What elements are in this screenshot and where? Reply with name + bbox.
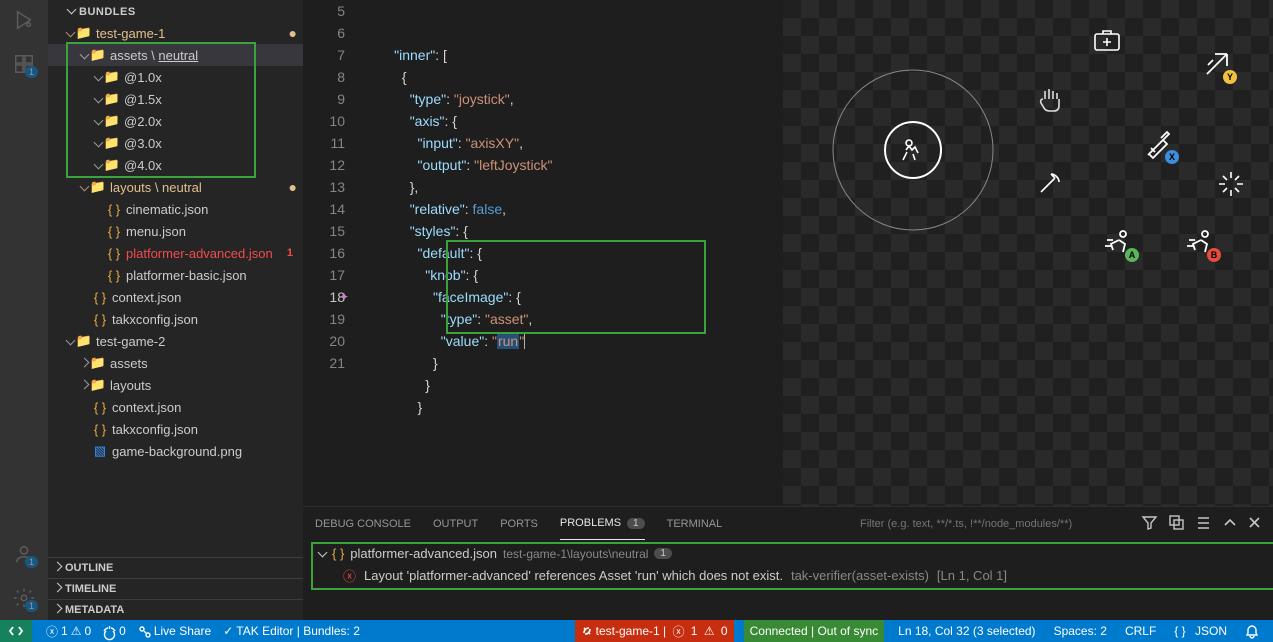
file-g2-context[interactable]: { }context.json: [48, 396, 303, 418]
tab-problems[interactable]: PROBLEMS1: [560, 507, 645, 540]
y-badge: Y: [1223, 70, 1237, 84]
problems-count-badge: 1: [627, 518, 645, 529]
status-notifications-icon[interactable]: [1241, 620, 1263, 642]
status-tak-editor[interactable]: ✓TAK Editor | Bundles: 2: [219, 620, 364, 642]
file-menu[interactable]: { }menu.json: [48, 220, 303, 242]
sidebar-header[interactable]: BUNDLES: [48, 0, 303, 22]
file-platformer-basic[interactable]: { }platformer-basic.json: [48, 264, 303, 286]
status-cursor-pos[interactable]: Ln 18, Col 32 (3 selected): [894, 620, 1039, 642]
sidebar-title: BUNDLES: [79, 6, 136, 18]
tab-output[interactable]: OUTPUT: [433, 507, 478, 540]
status-eol[interactable]: CRLF: [1121, 620, 1160, 642]
status-bundle[interactable]: test-game-1 | ⓧ 1 ⚠ 0: [575, 620, 734, 642]
folder-scale-1-5x[interactable]: 📁@1.5x: [48, 88, 303, 110]
code-editor[interactable]: 56789101112131415161718192021 "inner": […: [303, 0, 783, 506]
arrow-up-icon[interactable]: Y: [1203, 50, 1231, 78]
folder-g2-assets[interactable]: 📁assets: [48, 352, 303, 374]
file-game-bg[interactable]: ▧game-background.png: [48, 440, 303, 462]
filter-icon[interactable]: [1142, 515, 1157, 533]
tab-ports[interactable]: PORTS: [500, 507, 538, 540]
section-metadata[interactable]: METADATA: [48, 599, 303, 620]
section-outline[interactable]: OUTLINE: [48, 557, 303, 578]
extensions-icon[interactable]: 1: [12, 52, 36, 76]
preview-panel: Y X A B: [783, 0, 1273, 506]
file-platformer-advanced[interactable]: { }platformer-advanced.json1: [48, 242, 303, 264]
folder-assets-neutral[interactable]: 📁assets \ neutral: [48, 44, 303, 66]
medkit-icon[interactable]: [1093, 28, 1121, 52]
tab-debug-console[interactable]: DEBUG CONSOLE: [315, 507, 411, 540]
view-list-icon[interactable]: [1196, 515, 1211, 533]
file-g2-takx[interactable]: { }takxconfig.json: [48, 418, 303, 440]
b-badge: B: [1207, 248, 1221, 262]
folder-scale-3x[interactable]: 📁@3.0x: [48, 132, 303, 154]
folder-test-game-1[interactable]: 📁test-game-1●: [48, 22, 303, 44]
folder-scale-1x[interactable]: 📁@1.0x: [48, 66, 303, 88]
file-cinematic[interactable]: { }cinematic.json: [48, 198, 303, 220]
problem-file-count: 1: [654, 548, 672, 559]
error-icon: ⓧ: [343, 566, 356, 585]
settings-gear-icon[interactable]: 1: [12, 586, 36, 610]
a-badge: A: [1125, 248, 1139, 262]
folder-test-game-2[interactable]: 📁test-game-2: [48, 330, 303, 352]
status-connection[interactable]: Connected | Out of sync: [744, 620, 885, 642]
problems-filter[interactable]: [860, 518, 1120, 530]
problem-message: Layout 'platformer-advanced' references …: [364, 568, 783, 583]
sparkle-burst-icon[interactable]: [1217, 170, 1245, 198]
panel-tabs: DEBUG CONSOLE OUTPUT PORTS PROBLEMS1 TER…: [303, 507, 1273, 540]
problem-file-row[interactable]: { } platformer-advanced.json test-game-1…: [303, 544, 1273, 563]
main-area: 56789101112131415161718192021 "inner": […: [303, 0, 1273, 620]
code-content[interactable]: "inner": [ { "type": "joystick", "axis":…: [363, 0, 783, 506]
problem-source: tak-verifier(asset-exists): [791, 568, 929, 583]
line-gutter: 56789101112131415161718192021: [303, 0, 363, 506]
folder-scale-2x[interactable]: 📁@2.0x: [48, 110, 303, 132]
run-debug-icon[interactable]: [12, 8, 36, 32]
file-takx-1[interactable]: { }takxconfig.json: [48, 308, 303, 330]
folder-layouts-neutral[interactable]: 📁layouts \ neutral●: [48, 176, 303, 198]
activity-bar: 1 1 1: [0, 0, 48, 620]
x-badge: X: [1165, 150, 1179, 164]
account-icon[interactable]: 1: [12, 542, 36, 566]
status-bar: ⓧ1⚠0 0 Live Share ✓TAK Editor | Bundles:…: [0, 620, 1273, 642]
problem-file-path: test-game-1\layouts\neutral: [503, 547, 648, 561]
sidebar: BUNDLES 📁test-game-1● 📁assets \ neutral …: [48, 0, 303, 620]
filter-input[interactable]: [860, 518, 1120, 530]
runner-a-icon[interactable]: A: [1103, 230, 1133, 256]
remote-indicator[interactable]: [0, 620, 32, 642]
problem-item[interactable]: ⓧ Layout 'platformer-advanced' reference…: [303, 563, 1273, 588]
folder-g2-layouts[interactable]: 📁layouts: [48, 374, 303, 396]
joystick-preview[interactable]: [813, 50, 1013, 250]
suggestion-sparkle-icon[interactable]: ✦: [339, 286, 349, 308]
status-language[interactable]: { } JSON: [1170, 620, 1231, 642]
chevron-up-icon[interactable]: [1223, 516, 1236, 532]
file-tree: 📁test-game-1● 📁assets \ neutral 📁@1.0x 📁…: [48, 22, 303, 557]
runner-b-icon[interactable]: B: [1185, 230, 1215, 256]
bottom-panel: DEBUG CONSOLE OUTPUT PORTS PROBLEMS1 TER…: [303, 506, 1273, 620]
pickaxe-icon[interactable]: [1037, 170, 1063, 196]
file-context-1[interactable]: { }context.json: [48, 286, 303, 308]
tab-terminal[interactable]: TERMINAL: [667, 507, 723, 540]
close-panel-icon[interactable]: [1248, 516, 1261, 532]
problem-location: [Ln 1, Col 1]: [937, 568, 1007, 583]
folder-scale-4x[interactable]: 📁@4.0x: [48, 154, 303, 176]
status-live-share[interactable]: Live Share: [134, 620, 215, 642]
sword-icon[interactable]: X: [1145, 130, 1173, 158]
hand-icon[interactable]: [1037, 85, 1063, 111]
collapse-all-icon[interactable]: [1169, 515, 1184, 533]
status-spaces[interactable]: Spaces: 2: [1050, 620, 1111, 642]
problem-file-name: platformer-advanced.json: [350, 546, 497, 561]
status-ports[interactable]: 0: [99, 620, 130, 642]
status-errors-warnings[interactable]: ⓧ1⚠0: [42, 620, 95, 642]
problems-body: { } platformer-advanced.json test-game-1…: [303, 540, 1273, 620]
section-timeline[interactable]: TIMELINE: [48, 578, 303, 599]
